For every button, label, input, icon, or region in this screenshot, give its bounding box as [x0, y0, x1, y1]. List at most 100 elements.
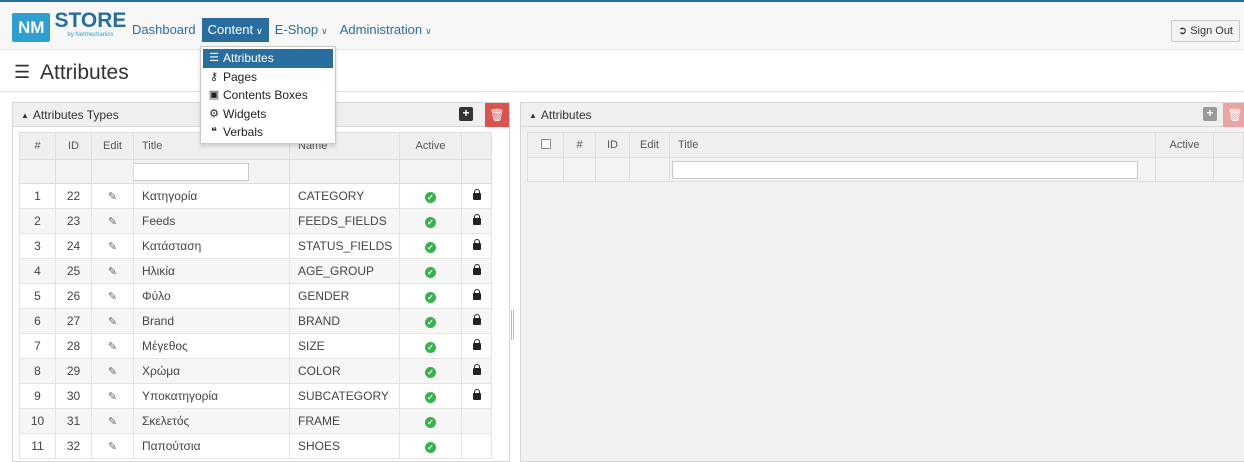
- row-title-cell: Ηλικία: [133, 258, 290, 284]
- col-header-active[interactable]: Active: [399, 132, 462, 160]
- table-row[interactable]: 3 24 ✎ Κατάσταση STATUS_FIELDS ✓: [19, 233, 492, 259]
- edit-icon[interactable]: ✎: [108, 441, 117, 453]
- edit-icon[interactable]: ✎: [108, 416, 117, 428]
- row-lock-cell: [461, 333, 492, 359]
- edit-icon[interactable]: ✎: [108, 341, 117, 353]
- row-number-cell: 7: [19, 333, 56, 359]
- filter-cell: [1155, 157, 1214, 182]
- nav-administration[interactable]: Administration ∨: [334, 18, 438, 42]
- filter-cell: [133, 159, 290, 184]
- edit-icon[interactable]: ✎: [108, 216, 117, 228]
- edit-icon[interactable]: ✎: [108, 316, 117, 328]
- row-lock-cell: [461, 358, 492, 384]
- edit-icon[interactable]: ✎: [108, 366, 117, 378]
- row-active-cell: ✓: [399, 358, 462, 384]
- col-header-number[interactable]: #: [563, 132, 596, 158]
- chevron-down-icon: ∨: [321, 26, 328, 36]
- col-header-title[interactable]: Title: [669, 132, 1156, 158]
- row-active-cell: ✓: [399, 333, 462, 359]
- row-edit-cell: ✎: [91, 183, 134, 209]
- row-active-cell: ✓: [399, 208, 462, 234]
- attributes-types-panel-title[interactable]: ▲ Attributes Types: [21, 108, 119, 122]
- row-number-cell: 8: [19, 358, 56, 384]
- filter-cell: [55, 159, 92, 184]
- row-edit-cell: ✎: [91, 308, 134, 334]
- row-edit-cell: ✎: [91, 258, 134, 284]
- row-number-cell: 2: [19, 208, 56, 234]
- attributes-types-panel: ▲ Attributes Types + 🗑 # ID Edit Title Na…: [12, 102, 510, 462]
- menu-item-label: Contents Boxes: [223, 88, 308, 103]
- row-edit-cell: ✎: [91, 283, 134, 309]
- menu-item-attributes[interactable]: ☰ Attributes: [203, 49, 333, 68]
- table-row[interactable]: 9 30 ✎ Υποκατηγορία SUBCATEGORY ✓: [19, 383, 492, 409]
- row-active-cell: ✓: [399, 383, 462, 409]
- filter-cell: [669, 157, 1156, 182]
- nav-content[interactable]: Content ∨: [201, 18, 269, 42]
- edit-icon[interactable]: ✎: [108, 291, 117, 303]
- archive-icon: ▣: [208, 89, 220, 102]
- row-active-cell: ✓: [399, 183, 462, 209]
- row-id-cell: 30: [55, 383, 92, 409]
- table-row[interactable]: 11 32 ✎ Παπούτσια SHOES ✓: [19, 433, 492, 459]
- col-header-number[interactable]: #: [19, 132, 56, 160]
- add-attribute-button[interactable]: +: [1203, 107, 1217, 121]
- row-active-cell: ✓: [399, 258, 462, 284]
- col-header-id[interactable]: ID: [595, 132, 630, 158]
- table-row[interactable]: 1 22 ✎ Κατηγορία CATEGORY ✓: [19, 183, 492, 209]
- row-id-cell: 29: [55, 358, 92, 384]
- table-row[interactable]: 5 26 ✎ Φύλο GENDER ✓: [19, 283, 492, 309]
- panel-resize-handle[interactable]: [511, 310, 514, 340]
- table-row[interactable]: 6 27 ✎ Brand BRAND ✓: [19, 308, 492, 334]
- active-check-icon: ✓: [425, 267, 436, 278]
- row-lock-cell: [461, 258, 492, 284]
- edit-icon[interactable]: ✎: [108, 391, 117, 403]
- logo-nm: NM: [12, 13, 51, 42]
- table-row[interactable]: 2 23 ✎ Feeds FEEDS_FIELDS ✓: [19, 208, 492, 234]
- edit-icon[interactable]: ✎: [108, 241, 117, 253]
- filter-cell: [91, 159, 134, 184]
- plus-icon: +: [1206, 106, 1214, 120]
- row-edit-cell: ✎: [91, 333, 134, 359]
- title-filter-input[interactable]: [133, 162, 249, 181]
- store-logo[interactable]: NM STORE by Netmechanics: [12, 10, 126, 44]
- table-row[interactable]: 4 25 ✎ Ηλικία AGE_GROUP ✓: [19, 258, 492, 284]
- quote-icon: ❝: [211, 126, 217, 139]
- menu-item-pages[interactable]: ⚷ Pages: [203, 68, 333, 87]
- nav-eshop[interactable]: E-Shop ∨: [269, 18, 334, 42]
- row-edit-cell: ✎: [91, 208, 134, 234]
- delete-attribute-button[interactable]: 🗑: [1223, 103, 1244, 127]
- logo-text: STORE by Netmechanics: [54, 10, 126, 39]
- row-title-cell: Feeds: [133, 208, 290, 234]
- table-row[interactable]: 10 31 ✎ Σκελετός FRAME ✓: [19, 408, 492, 434]
- delete-type-button[interactable]: 🗑: [485, 103, 509, 127]
- panel-title-label: Attributes: [540, 108, 592, 122]
- col-header-select: [527, 132, 564, 158]
- filter-row: [527, 157, 1244, 182]
- row-number-cell: 1: [19, 183, 56, 209]
- add-type-button[interactable]: +: [459, 107, 473, 121]
- lock-icon: [472, 389, 481, 400]
- row-title-cell: Υποκατηγορία: [133, 383, 290, 409]
- menu-item-label: Pages: [223, 69, 258, 84]
- col-header-edit: Edit: [91, 132, 134, 160]
- row-name-cell: COLOR: [289, 358, 400, 384]
- row-number-cell: 5: [19, 283, 56, 309]
- row-edit-cell: ✎: [91, 433, 134, 459]
- edit-icon[interactable]: ✎: [108, 266, 117, 278]
- attribute-title-filter-input[interactable]: [672, 160, 1138, 179]
- col-header-id[interactable]: ID: [55, 132, 92, 160]
- table-row[interactable]: 7 28 ✎ Μέγεθος SIZE ✓: [19, 333, 492, 359]
- nav-dashboard[interactable]: Dashboard: [126, 18, 202, 42]
- col-header-active[interactable]: Active: [1155, 132, 1214, 158]
- select-all-checkbox[interactable]: [540, 138, 551, 149]
- menu-item-verbals[interactable]: ❝ Verbals: [203, 123, 333, 142]
- menu-item-contents-boxes[interactable]: ▣ Contents Boxes: [203, 86, 333, 105]
- row-number-cell: 4: [19, 258, 56, 284]
- table-row[interactable]: 8 29 ✎ Χρώμα COLOR ✓: [19, 358, 492, 384]
- attributes-panel-title[interactable]: ▲ Attributes: [529, 108, 592, 122]
- chevron-down-icon: ∨: [256, 26, 263, 36]
- menu-item-widgets[interactable]: ⚙ Widgets: [203, 105, 333, 124]
- sign-out-button[interactable]: ➲ Sign Out: [1170, 20, 1240, 42]
- edit-icon[interactable]: ✎: [108, 191, 117, 203]
- nav-dashboard-label: Dashboard: [132, 22, 196, 37]
